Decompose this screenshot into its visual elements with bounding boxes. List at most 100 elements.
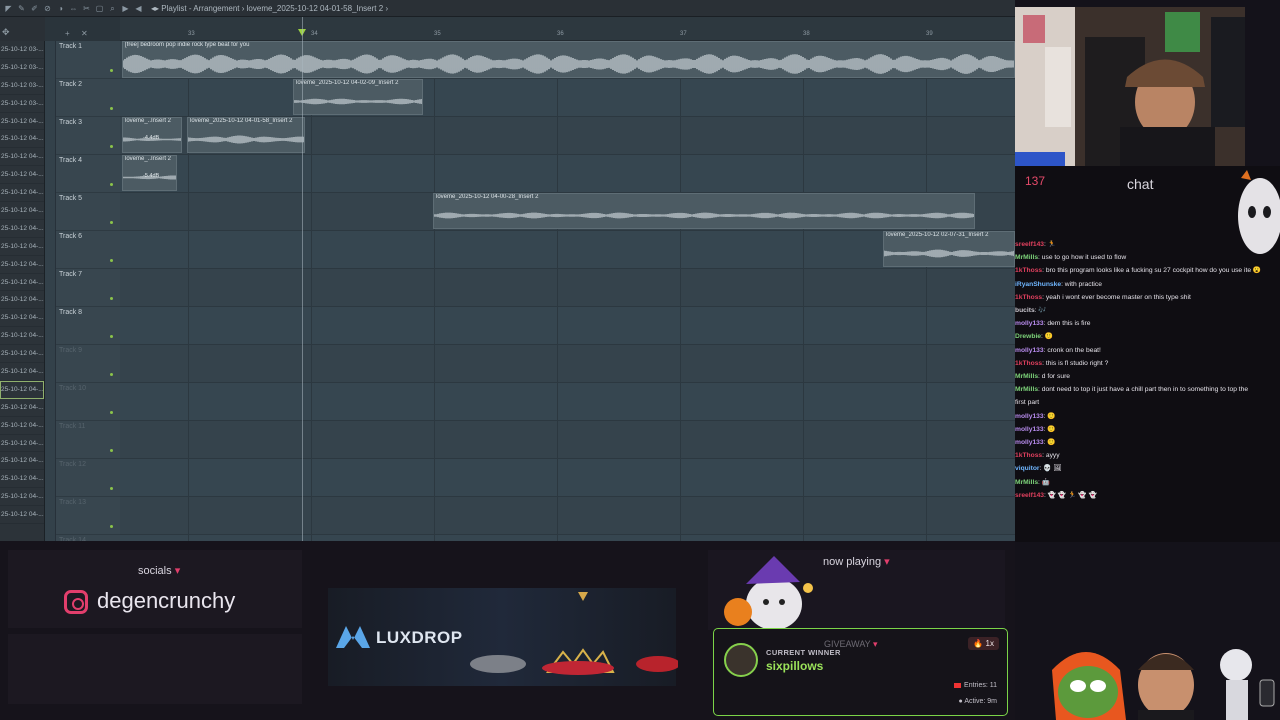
audio-clip[interactable]: loveme_..Insert 2 -5.4dB — [122, 155, 177, 191]
track-mute-led-icon[interactable] — [110, 487, 113, 490]
track-header[interactable]: Track 3 — [56, 117, 120, 155]
track-lane[interactable] — [120, 307, 1015, 345]
chat-username[interactable]: sreelf143 — [1015, 492, 1044, 499]
track-mute-led-icon[interactable] — [110, 525, 113, 528]
chat-username[interactable]: molly133 — [1015, 347, 1044, 354]
chat-username[interactable]: 1kThoss — [1015, 452, 1042, 459]
browser-item[interactable]: 25-10-12 04-... — [0, 435, 44, 453]
chat-username[interactable]: MrMills — [1015, 479, 1038, 486]
browser-item[interactable]: 25-10-12 04-... — [0, 148, 44, 167]
chat-username[interactable]: molly133 — [1015, 426, 1044, 433]
track-header[interactable]: Track 10 — [56, 383, 120, 421]
slice-tool-icon[interactable]: ✂ — [82, 4, 91, 13]
track-mute-led-icon[interactable] — [110, 69, 113, 72]
browser-item[interactable]: 25-10-12 04-... — [0, 327, 44, 346]
audio-clip[interactable]: loveme_..Insert 2 -4.4dB — [122, 117, 182, 153]
slip-tool-icon[interactable]: ⇔ — [69, 4, 78, 13]
chat-username[interactable]: sreelf143 — [1015, 241, 1044, 248]
chat-username[interactable]: Drewbie — [1015, 333, 1041, 340]
track-mute-led-icon[interactable] — [110, 107, 113, 110]
track-header[interactable]: Track 5 — [56, 193, 120, 231]
browser-item[interactable]: 25-10-12 04-... — [0, 113, 44, 131]
track-header[interactable]: Track 11 — [56, 421, 120, 459]
chat-username[interactable]: molly133 — [1015, 413, 1044, 420]
track-lane[interactable] — [120, 345, 1015, 383]
zoom-tool-icon[interactable]: ⌕ — [108, 4, 117, 13]
chat-username[interactable]: viquitor — [1015, 465, 1040, 472]
browser-item[interactable]: 25-10-12 03-... — [0, 95, 44, 113]
speaker-icon[interactable]: ◀ — [134, 4, 143, 13]
track-lane[interactable] — [120, 497, 1015, 535]
move-icon[interactable]: ✥ — [2, 27, 10, 37]
playlist-lanes[interactable]: [free] bedroom pop indie rock type beat … — [120, 41, 1015, 541]
browser-item[interactable]: 25-10-12 04-... — [0, 202, 44, 220]
track-mute-led-icon[interactable] — [110, 373, 113, 376]
browser-item[interactable]: 25-10-12 04-... — [0, 184, 44, 203]
audio-clip[interactable]: loveme_2025-10-12 04-00-28_Insert 2 — [433, 193, 975, 229]
browser-item[interactable]: 25-10-12 04-... — [0, 488, 44, 507]
track-header[interactable]: Track 8 — [56, 307, 120, 345]
track-header[interactable]: Track 6 — [56, 231, 120, 269]
browser-item[interactable]: 25-10-12 04-... — [0, 238, 44, 256]
playhead[interactable] — [302, 17, 303, 541]
track-header[interactable]: Track 13 — [56, 497, 120, 535]
track-mute-led-icon[interactable] — [110, 183, 113, 186]
browser-item[interactable]: 25-10-12 04-... — [0, 274, 44, 292]
chat-username[interactable]: molly133 — [1015, 439, 1044, 446]
track-lane[interactable] — [120, 383, 1015, 421]
browser-item[interactable]: 25-10-12 04-... — [0, 130, 44, 149]
chat-username[interactable]: 1kThoss — [1015, 360, 1042, 367]
draw-tool-icon[interactable]: ✎ — [17, 4, 26, 13]
chat-username[interactable]: MrMills — [1015, 373, 1038, 380]
browser-item[interactable]: 25-10-12 04-... — [0, 256, 44, 274]
track-lane[interactable] — [120, 79, 1015, 117]
track-lane[interactable] — [120, 231, 1015, 269]
playlist-breadcrumb[interactable]: ◂▸ Playlist - Arrangement › loveme_2025-… — [151, 4, 388, 13]
browser-item[interactable]: 25-10-12 03-... — [0, 41, 44, 59]
audio-clip[interactable]: loveme_2025-10-12 04-01-58_Insert 2 — [187, 117, 305, 153]
select-box-icon[interactable]: ▢ — [95, 4, 104, 13]
track-mute-led-icon[interactable] — [110, 145, 113, 148]
browser-item[interactable]: 25-10-12 04-... — [0, 345, 44, 364]
track-lane[interactable] — [120, 155, 1015, 193]
browser-item[interactable]: 25-10-12 04-... — [0, 166, 44, 185]
track-mute-led-icon[interactable] — [110, 259, 113, 262]
browser-item[interactable]: 25-10-12 04-... — [0, 309, 44, 328]
browser-item[interactable]: 25-10-12 04-... — [0, 220, 44, 238]
browser-item[interactable]: 25-10-12 04-... — [0, 291, 44, 310]
delete-tool-icon[interactable]: ⊘ — [43, 4, 52, 13]
browser-item[interactable]: 25-10-12 03-... — [0, 59, 44, 77]
chat-username[interactable]: MrMills — [1015, 386, 1038, 393]
browser-item[interactable]: 25-10-12 04-... — [0, 363, 44, 381]
audio-clip[interactable]: loveme_2025-10-12 04-02-09_Insert 2 — [293, 79, 423, 115]
chat-username[interactable]: MrMills — [1015, 254, 1038, 261]
play-tool-icon[interactable]: ▶ — [121, 4, 130, 13]
chat-username[interactable]: molly133 — [1015, 320, 1044, 327]
track-header[interactable]: Track 2 — [56, 79, 120, 117]
browser-item[interactable]: 25-10-12 04-... — [0, 399, 44, 417]
track-header[interactable]: Track 1 — [56, 41, 120, 79]
browser-item[interactable]: 25-10-12 04-... — [0, 506, 44, 525]
track-mute-led-icon[interactable] — [110, 221, 113, 224]
track-mute-led-icon[interactable] — [110, 411, 113, 414]
select-tool-icon[interactable]: ◤ — [4, 4, 13, 13]
track-header[interactable]: Track 4 — [56, 155, 120, 193]
track-mute-led-icon[interactable] — [110, 297, 113, 300]
track-lane[interactable] — [120, 269, 1015, 307]
track-lane[interactable] — [120, 459, 1015, 497]
browser-item[interactable]: 25-10-12 04-... — [0, 452, 44, 471]
close-icon[interactable]: ✕ — [81, 29, 88, 38]
track-header[interactable]: Track 9 — [56, 345, 120, 383]
browser-item[interactable]: 25-10-12 04-... — [0, 380, 44, 399]
chat-username[interactable]: iRyanShunske — [1015, 281, 1061, 288]
browser-item[interactable]: 25-10-12 03-... — [0, 77, 44, 95]
chat-username[interactable]: bucits — [1015, 307, 1035, 314]
track-mute-led-icon[interactable] — [110, 449, 113, 452]
chat-username[interactable]: 1kThoss — [1015, 294, 1042, 301]
timeline-ruler[interactable]: 33 34 35 36 37 38 39 — [120, 17, 1015, 41]
chat-username[interactable]: 1kThoss — [1015, 267, 1042, 274]
add-icon[interactable]: + — [65, 29, 70, 38]
paint-tool-icon[interactable]: ✐ — [30, 4, 39, 13]
audio-clip[interactable]: [free] bedroom pop indie rock type beat … — [122, 41, 1015, 78]
track-header[interactable]: Track 7 — [56, 269, 120, 307]
